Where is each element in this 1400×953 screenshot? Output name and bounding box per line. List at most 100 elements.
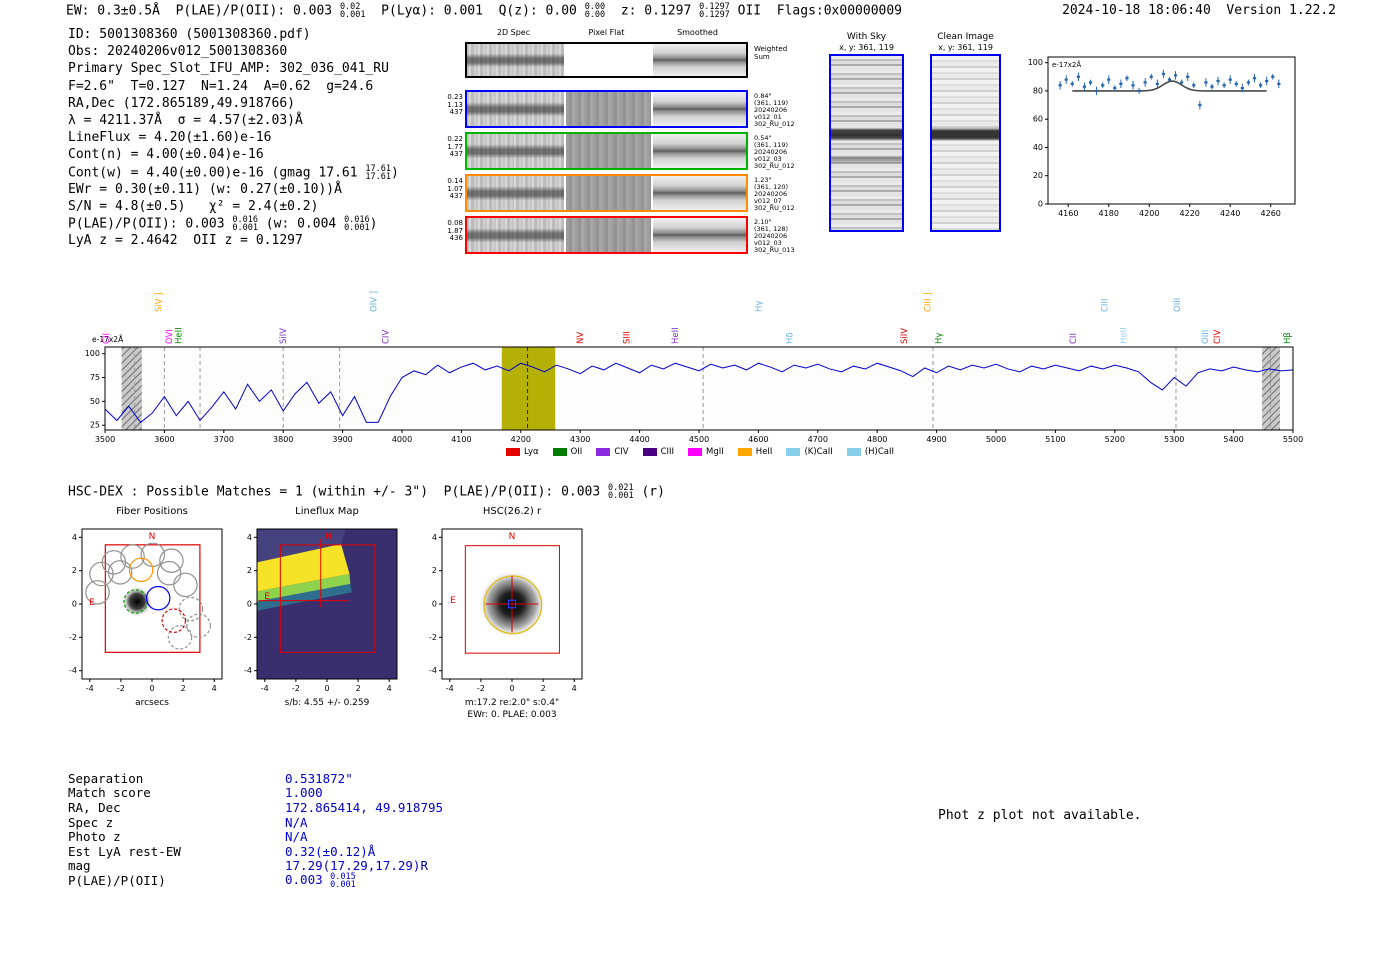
masked-edge-band bbox=[1262, 347, 1280, 430]
spectrum-xtick: 4100 bbox=[451, 435, 471, 444]
fiber-smoothed-image bbox=[653, 92, 746, 126]
svg-text:0: 0 bbox=[72, 600, 77, 609]
fiber-smoothed-image bbox=[653, 176, 746, 210]
sup-sub-stack: 0.020.001 bbox=[340, 3, 366, 19]
emission-line-label: Hγ bbox=[754, 301, 764, 312]
spectrum-xtick: 4600 bbox=[748, 435, 768, 444]
detection-info-block: ID: 5001308360 (5001308360.pdf)Obs: 2024… bbox=[68, 27, 399, 250]
legend-swatch bbox=[553, 448, 567, 456]
svg-text:-4: -4 bbox=[261, 684, 269, 693]
spectrum-xtick: 4500 bbox=[689, 435, 709, 444]
info-line: LineFlux = 4.20(±1.60)e-16 bbox=[68, 130, 399, 147]
svg-text:2: 2 bbox=[541, 684, 546, 693]
info-line: RA,Dec (172.865189,49.918766) bbox=[68, 96, 399, 113]
line-fit-zoom-plot: 020406080100416041804200422042404260e-17… bbox=[1005, 48, 1310, 228]
zoom-ytick: 100 bbox=[1028, 58, 1043, 67]
svg-text:-4: -4 bbox=[69, 666, 77, 675]
svg-text:4: 4 bbox=[572, 684, 577, 693]
spectrum-xtick: 4400 bbox=[629, 435, 649, 444]
svg-text:0: 0 bbox=[324, 684, 329, 693]
clean-image-panel: Clean Image x, y: 361, 119 bbox=[930, 32, 1001, 232]
match-table-value: 0.32(±0.12)Å bbox=[285, 844, 375, 859]
svg-text:0: 0 bbox=[247, 600, 252, 609]
emission-line-label: SiV ] bbox=[154, 292, 164, 312]
fiber-smoothed-image bbox=[653, 218, 746, 252]
match-table-row: P(LAE)/P(OII)0.003 0.0150.001 bbox=[68, 873, 443, 888]
spectrum-xtick: 4700 bbox=[808, 435, 828, 444]
zoom-plot-frame bbox=[1048, 57, 1295, 204]
weighted-2dspec-image bbox=[467, 44, 564, 76]
svg-text:0: 0 bbox=[432, 600, 437, 609]
legend-swatch bbox=[786, 448, 800, 456]
info-line: LyA z = 2.4642 OII z = 0.1297 bbox=[68, 233, 399, 250]
hsc-r-caption2: EWr: 0. PLAE: 0.003 bbox=[442, 710, 582, 722]
with-sky-title: With Sky bbox=[829, 32, 904, 43]
emission-line-label: CIV bbox=[1213, 330, 1223, 344]
emission-line-label: NV bbox=[576, 332, 586, 344]
weighted-pixelflat-image bbox=[566, 44, 651, 76]
match-table: Separation0.531872"Match score1.000RA, D… bbox=[68, 771, 443, 888]
fiber-weight-values: 0.22 1.77 437 bbox=[441, 136, 463, 159]
info-line: Cont(n) = 4.00(±0.04)e-16 bbox=[68, 147, 399, 164]
zoom-xtick: 4260 bbox=[1261, 209, 1281, 218]
clean-image-coords: x, y: 361, 119 bbox=[930, 43, 1001, 54]
svg-text:-2: -2 bbox=[244, 633, 252, 642]
photz-note: Phot z plot not available. bbox=[938, 808, 1142, 823]
svg-text:2: 2 bbox=[181, 684, 186, 693]
spectrum-xtick: 4200 bbox=[511, 435, 531, 444]
fiber-annotation: 0.84" (361, 119) 20240206 v012_01 302_RU… bbox=[754, 93, 816, 128]
weighted-sum-row: Weighted Sum bbox=[465, 42, 748, 78]
weighted-smoothed-image bbox=[653, 44, 746, 76]
legend-swatch bbox=[506, 448, 520, 456]
spectrum-ytick: 25 bbox=[90, 421, 100, 430]
legend-item: HeII bbox=[738, 447, 773, 457]
svg-text:2: 2 bbox=[356, 684, 361, 693]
zoom-ytick: 40 bbox=[1033, 143, 1043, 152]
svg-text:4: 4 bbox=[212, 684, 217, 693]
spectrum-xtick: 3500 bbox=[95, 435, 115, 444]
fiber-weight-values: 0.14 1.07 437 bbox=[441, 178, 463, 201]
emission-line-label: SiIV bbox=[900, 328, 910, 344]
match-table-row: Match score1.000 bbox=[68, 786, 443, 801]
detected-line-band bbox=[502, 347, 555, 430]
match-table-label: Separation bbox=[68, 771, 285, 786]
svg-text:4: 4 bbox=[247, 533, 252, 542]
spectrum-xtick: 5200 bbox=[1105, 435, 1125, 444]
fiber-weight-values: 0.23 1.13 437 bbox=[441, 94, 463, 117]
svg-text:0: 0 bbox=[149, 684, 154, 693]
match-table-label: mag bbox=[68, 858, 285, 873]
svg-text:-2: -2 bbox=[69, 633, 77, 642]
spec2d-fiber-row: 0.22 1.77 4370.54" (361, 119) 20240206 v… bbox=[465, 132, 748, 170]
fiber-pixelflat-image bbox=[566, 134, 651, 168]
lineflux-map-plot: -4-4-2-2002244NE bbox=[227, 522, 412, 694]
match-table-value: N/A bbox=[285, 829, 308, 844]
lineflux-map-caption: s/b: 4.55 +/- 0.259 bbox=[257, 698, 397, 710]
match-table-row: RA, Dec172.865414, 49.918795 bbox=[68, 800, 443, 815]
match-table-label: P(LAE)/P(OII) bbox=[68, 873, 285, 888]
sub-value: 0.001 bbox=[330, 881, 356, 889]
legend-item: Lyα bbox=[506, 447, 539, 457]
spectrum-xtick: 4300 bbox=[570, 435, 590, 444]
svg-text:2: 2 bbox=[432, 566, 437, 575]
svg-text:-4: -4 bbox=[446, 684, 454, 693]
emission-line-label: OIII bbox=[1173, 298, 1183, 312]
fiber-pixelflat-image bbox=[566, 92, 651, 126]
zoom-xtick: 4240 bbox=[1220, 209, 1240, 218]
fiber-2dspec-image bbox=[467, 134, 564, 168]
zoom-xtick: 4220 bbox=[1180, 209, 1200, 218]
zoom-ytick: 20 bbox=[1033, 171, 1043, 180]
fiber-positions-title: Fiber Positions bbox=[82, 506, 222, 522]
match-table-value: 0.531872" bbox=[285, 771, 353, 786]
sub-value: 17.61 bbox=[365, 173, 391, 181]
fiber-2dspec-image bbox=[467, 92, 564, 126]
legend-swatch bbox=[847, 448, 861, 456]
legend-swatch bbox=[738, 448, 752, 456]
zoom-xtick: 4160 bbox=[1058, 209, 1078, 218]
legend-item: MgII bbox=[688, 447, 724, 457]
legend-label: CIV bbox=[614, 447, 628, 457]
info-line: Obs: 20240206v012_5001308360 bbox=[68, 44, 399, 61]
emission-line-label: OVI bbox=[165, 329, 175, 344]
spectrum-ytick: 50 bbox=[90, 397, 100, 406]
legend-item: (K)CaII bbox=[786, 447, 832, 457]
zoom-ytick: 60 bbox=[1033, 115, 1043, 124]
